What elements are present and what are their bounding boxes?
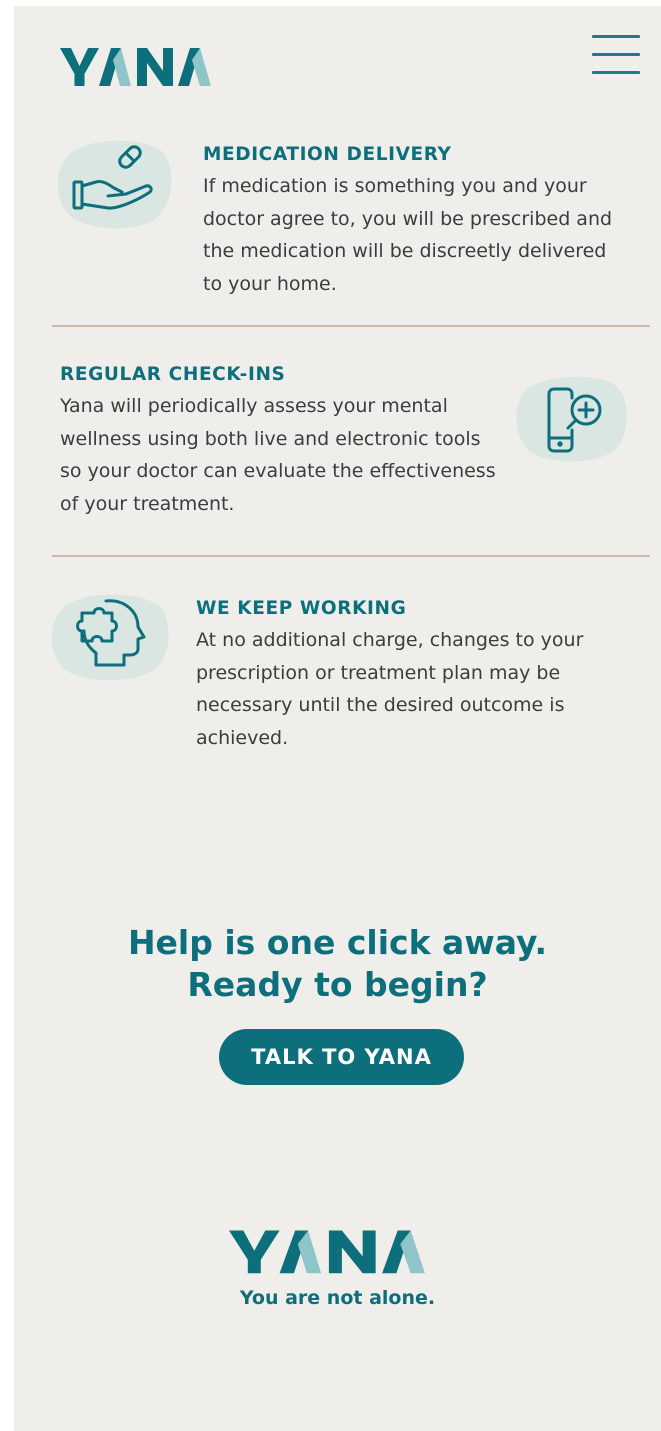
feature-text: Yana will periodically assess your menta… [60, 395, 496, 515]
hamburger-menu-icon[interactable] [592, 35, 640, 75]
hand-pill-icon [56, 134, 174, 232]
feature-text: If medication is something you and your … [203, 175, 613, 295]
cta-heading: Help is one click away. Ready to begin? [14, 922, 661, 1006]
talk-to-yana-button[interactable]: TALK TO YANA [219, 1029, 464, 1085]
yana-logo-mark [60, 48, 211, 86]
phone-plus-icon [516, 372, 630, 464]
footer-yana-logo[interactable] [229, 1226, 447, 1280]
page: MEDICATION DELIVERY If medication is som… [14, 6, 661, 1431]
head-puzzle-icon [52, 589, 172, 683]
footer-logo-mark [229, 1230, 425, 1274]
cta-heading-line: Help is one click away. [127, 923, 548, 962]
menu-line [592, 71, 640, 74]
feature-title: WE KEEP WORKING [196, 598, 407, 619]
section-divider [52, 325, 650, 327]
feature-text: At no additional charge, changes to your… [196, 629, 584, 749]
feature-title: REGULAR CHECK-INS [60, 364, 286, 385]
menu-line [592, 53, 640, 56]
tagline: You are not alone. [239, 1287, 436, 1309]
feature-title: MEDICATION DELIVERY [203, 144, 452, 165]
yana-logo[interactable] [60, 44, 228, 92]
cta-heading-line: Ready to begin? [187, 965, 488, 1004]
section-divider [52, 555, 650, 557]
menu-line [592, 35, 640, 38]
